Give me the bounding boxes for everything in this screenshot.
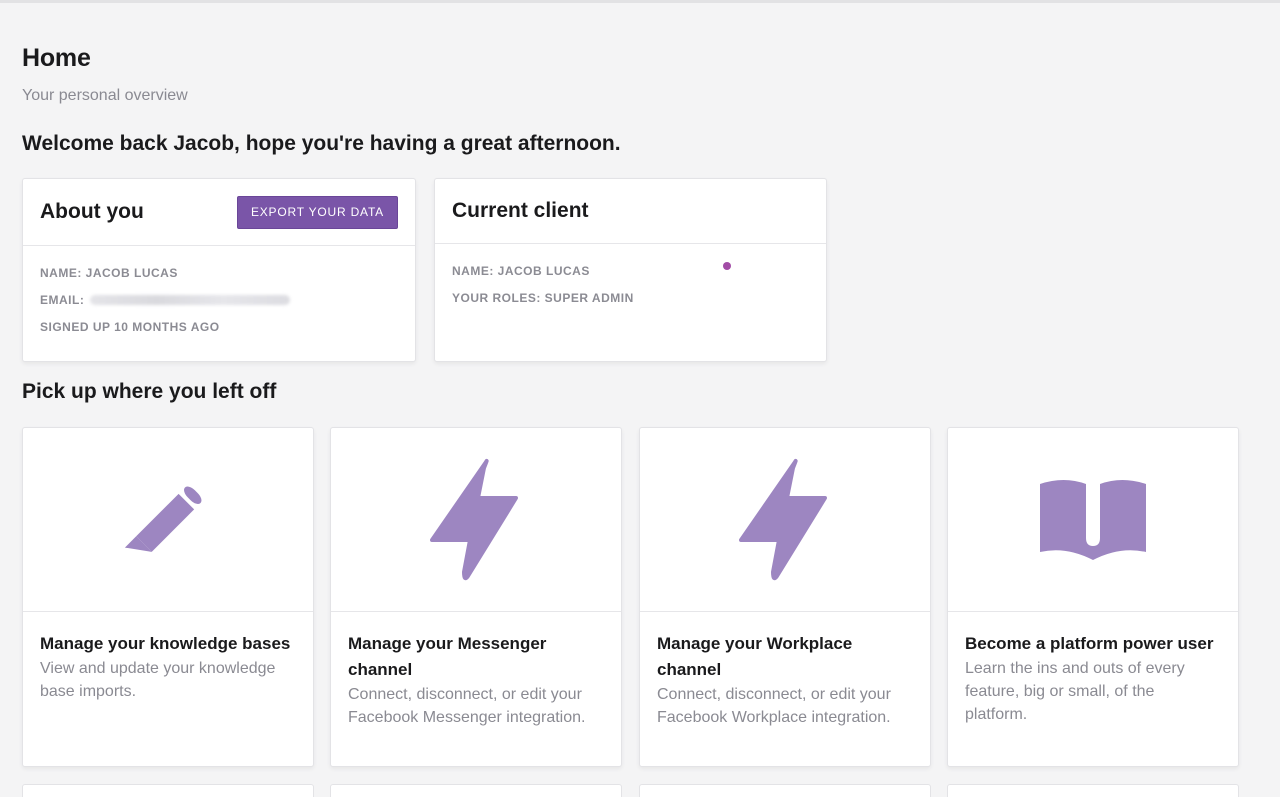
page-title: Home xyxy=(22,44,91,72)
tile-knowledge-bases[interactable]: Manage your knowledge bases View and upd… xyxy=(22,427,314,767)
status-dot xyxy=(723,262,731,270)
tile-partial[interactable] xyxy=(639,784,931,797)
client-roles: YOUR ROLES: SUPER ADMIN xyxy=(452,291,634,305)
welcome-message: Welcome back Jacob, hope you're having a… xyxy=(22,132,621,155)
current-client-title: Current client xyxy=(452,199,589,222)
about-you-card-header: About you EXPORT YOUR DATA xyxy=(23,179,415,246)
tile-power-user[interactable]: Become a platform power user Learn the i… xyxy=(947,427,1239,767)
tile-workplace-channel[interactable]: Manage your Workplace channel Connect, d… xyxy=(639,427,931,767)
page-subtitle: Your personal overview xyxy=(22,87,188,104)
tile-art xyxy=(331,428,621,612)
user-name: NAME: JACOB LUCAS xyxy=(40,266,178,280)
about-you-title: About you xyxy=(40,200,144,223)
redacted-email xyxy=(90,295,291,305)
signup-date: SIGNED UP 10 MONTHS AGO xyxy=(40,320,220,334)
tile-partial[interactable] xyxy=(22,784,314,797)
lightning-icon xyxy=(430,458,518,580)
tile-description: Learn the ins and outs of every feature,… xyxy=(965,660,1185,723)
tile-title: Manage your knowledge bases xyxy=(40,634,291,653)
current-client-details: NAME: JACOB LUCAS YOUR ROLES: SUPER ADMI… xyxy=(435,244,826,318)
tile-title: Manage your Messenger channel xyxy=(348,634,547,679)
about-you-details: NAME: JACOB LUCAS EMAIL: SIGNED UP 10 MO… xyxy=(23,246,415,347)
top-border xyxy=(0,0,1280,3)
current-client-header: Current client xyxy=(435,179,826,244)
section-title: Pick up where you left off xyxy=(22,380,277,403)
export-data-button[interactable]: EXPORT YOUR DATA xyxy=(236,195,398,229)
tile-messenger-channel[interactable]: Manage your Messenger channel Connect, d… xyxy=(330,427,622,767)
tile-art xyxy=(948,428,1238,612)
tile-title: Become a platform power user xyxy=(965,634,1214,653)
client-name: NAME: JACOB LUCAS xyxy=(452,264,590,278)
tile-partial[interactable] xyxy=(330,784,622,797)
book-icon xyxy=(1040,479,1146,560)
tile-description: Connect, disconnect, or edit your Facebo… xyxy=(657,686,891,726)
about-you-card: About you EXPORT YOUR DATA NAME: JACOB L… xyxy=(22,178,416,362)
tile-description: Connect, disconnect, or edit your Facebo… xyxy=(348,686,586,726)
tile-art xyxy=(640,428,930,612)
tile-title: Manage your Workplace channel xyxy=(657,634,853,679)
user-email: EMAIL: xyxy=(40,293,398,320)
tile-art xyxy=(23,428,313,612)
current-client-card: Current client NAME: JACOB LUCAS YOUR RO… xyxy=(434,178,827,362)
tile-partial[interactable] xyxy=(947,784,1239,797)
lightning-icon xyxy=(739,458,827,580)
pencil-icon xyxy=(124,486,202,552)
page-header: Home Your personal overview xyxy=(22,44,1262,105)
tile-description: View and update your knowledge base impo… xyxy=(40,660,276,700)
email-label: EMAIL: xyxy=(40,293,85,307)
